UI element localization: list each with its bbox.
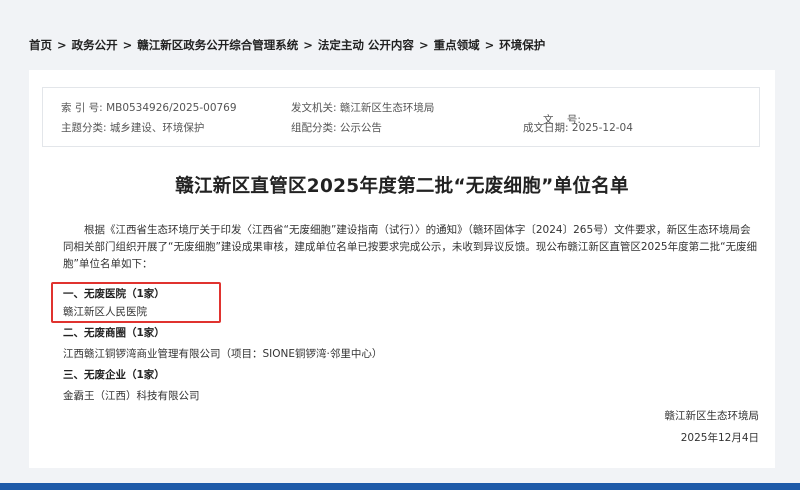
meta-issuer-label: 发文机关: (291, 102, 337, 114)
meta-genre-value: 公示公告 (339, 122, 382, 134)
breadcrumb-statutory[interactable]: 法定主动 公开内容 (318, 38, 414, 52)
meta-genre: 组配分类: 公示公告 (291, 120, 382, 135)
meta-date-label: 成文日期: (523, 122, 569, 134)
section-item-hospital: 赣江新区人民医院 (63, 306, 147, 318)
breadcrumb-separator: > (303, 38, 313, 52)
breadcrumb: 首页 > 政务公开 > 赣江新区政务公开综合管理系统 > 法定主动 公开内容 > 重点领域 > 环境… (29, 37, 545, 53)
meta-topic-value: 城乡建设、环境保护 (109, 122, 205, 134)
signature-date: 2025年12月4日 (680, 432, 759, 444)
breadcrumb-separator: > (418, 38, 429, 52)
document-meta-table: 索 引 号: MB0534926/2025-00769 发文机关: 赣江新区生态… (42, 87, 760, 147)
meta-index-label: 索 引 号: (61, 102, 103, 114)
bottom-bar (0, 483, 800, 490)
section-heading-hospital: 一、无废医院（1家） (63, 288, 165, 300)
breadcrumb-environment[interactable]: 环境保护 (499, 38, 545, 52)
section-item-enterprise: 金霸王（江西）科技有限公司 (63, 390, 200, 402)
breadcrumb-separator: > (122, 38, 133, 52)
meta-index: 索 引 号: MB0534926/2025-00769 (61, 100, 237, 115)
meta-issuer: 发文机关: 赣江新区生态环境局 (291, 100, 434, 115)
article-title: 赣江新区直管区2025年度第二批“无废细胞”单位名单 (175, 176, 629, 197)
article-intro: 根据《江西省生态环境厅关于印发〈江西省“无废细胞”建设指南（试行）〉的通知》（赣… (63, 222, 759, 273)
intro-paragraph: 根据《江西省生态环境厅关于印发〈江西省“无废细胞”建设指南（试行）〉的通知》（赣… (63, 224, 758, 270)
breadcrumb-home[interactable]: 首页 (29, 38, 52, 52)
meta-date-value: 2025-12-04 (571, 122, 633, 134)
meta-date: 成文日期: 2025-12-04 (523, 120, 633, 135)
section-heading-enterprise: 三、无废企业（1家） (63, 369, 165, 381)
breadcrumb-system[interactable]: 赣江新区政务公开综合管理系统 (137, 38, 298, 52)
breadcrumb-key-areas[interactable]: 重点领域 (434, 38, 480, 52)
meta-topic: 主题分类: 城乡建设、环境保护 (61, 120, 204, 135)
meta-topic-label: 主题分类: (61, 122, 107, 134)
meta-issuer-value: 赣江新区生态环境局 (339, 102, 435, 114)
section-item-business-district: 江西赣江铜锣湾商业管理有限公司（项目：SIONE铜锣湾·邻里中心） (63, 348, 383, 360)
signature-issuer: 赣江新区生态环境局 (664, 410, 760, 422)
meta-index-value: MB0534926/2025-00769 (106, 102, 237, 114)
breadcrumb-separator: > (57, 38, 67, 52)
article-card: 索 引 号: MB0534926/2025-00769 发文机关: 赣江新区生态… (29, 70, 775, 468)
breadcrumb-separator: > (484, 38, 495, 52)
meta-genre-label: 组配分类: (291, 122, 337, 134)
section-heading-business-district: 二、无废商圈（1家） (63, 327, 165, 339)
breadcrumb-gov-open[interactable]: 政务公开 (72, 38, 118, 52)
